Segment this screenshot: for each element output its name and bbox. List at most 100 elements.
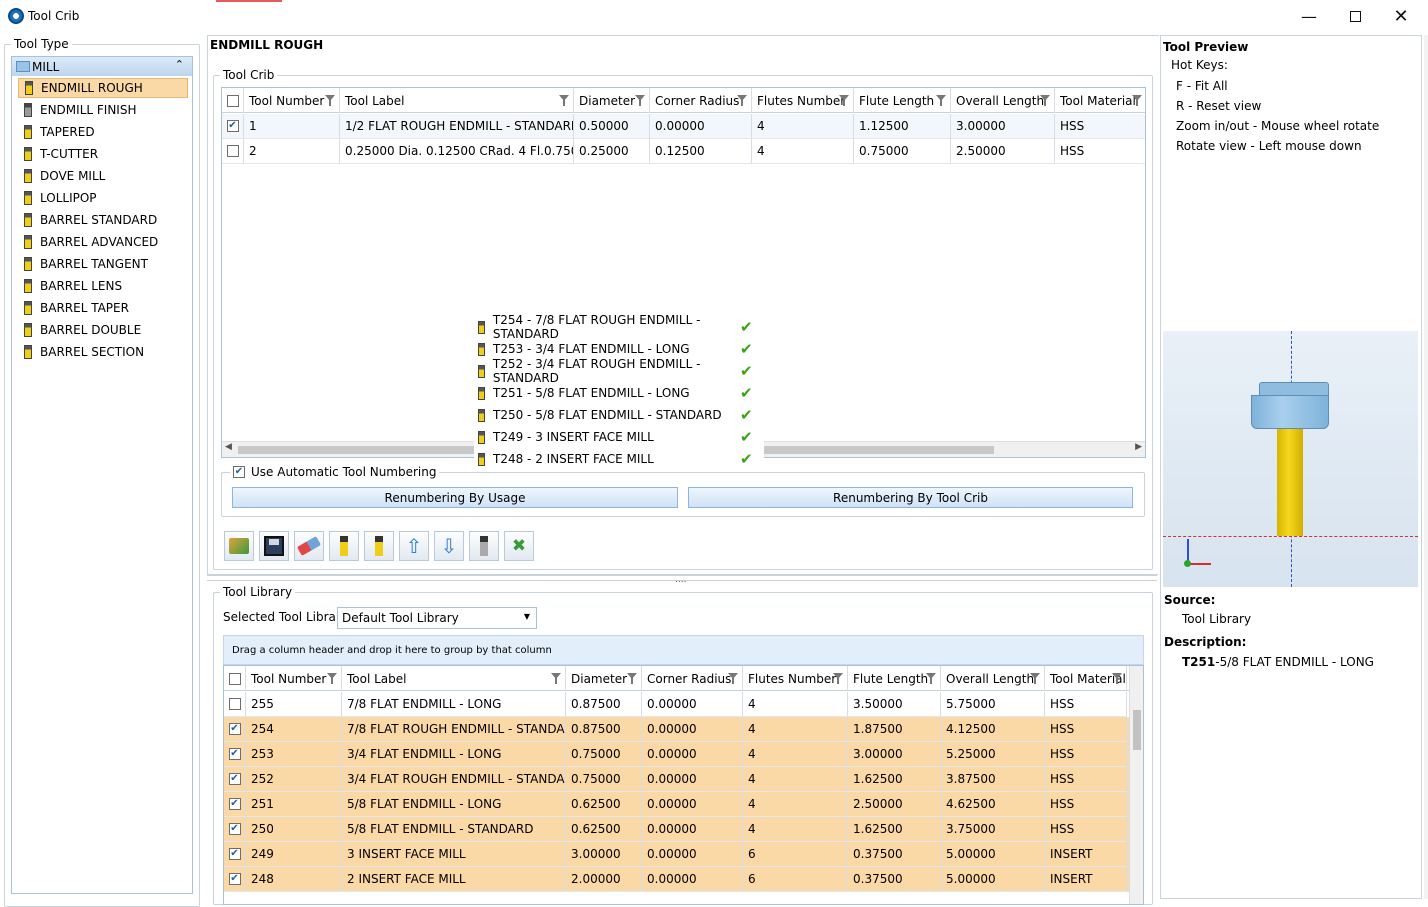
tree-item[interactable]: BARREL SECTION: [18, 342, 188, 362]
table-cell[interactable]: 0.50000: [574, 114, 650, 139]
table-row[interactable]: 20.25000 Dia. 0.12500 CRad. 4 Fl.0.75000…: [222, 139, 1145, 164]
table-cell[interactable]: 0.87500: [566, 692, 642, 717]
table-row[interactable]: ✔ 253 3/4 FLAT ENDMILL - LONG 0.75000 0.0000…: [224, 742, 1143, 767]
table-cell[interactable]: 4: [743, 767, 848, 792]
column-header[interactable]: Tool Material: [1045, 666, 1127, 691]
maximize-icon[interactable]: [1332, 0, 1378, 32]
filter-icon[interactable]: [327, 673, 337, 684]
tree-item[interactable]: TAPERED: [18, 122, 188, 142]
tree-item[interactable]: DOVE MILL: [18, 166, 188, 186]
table-cell[interactable]: 1.62500: [848, 767, 941, 792]
table-cell[interactable]: 4: [743, 717, 848, 742]
table-cell[interactable]: 0.00000: [642, 842, 743, 867]
table-cell[interactable]: 0.75000: [566, 742, 642, 767]
row-checkbox-cell[interactable]: ✔: [224, 792, 246, 817]
tree-item[interactable]: BARREL ADVANCED: [18, 232, 188, 252]
table-row[interactable]: ✔ 248 2 INSERT FACE MILL 2.00000 0.00000 6 0.3…: [224, 867, 1143, 892]
table-row[interactable]: ✔ 254 7/8 FLAT ROUGH ENDMILL - STANDARD 0.8…: [224, 717, 1143, 742]
column-header[interactable]: Tool Number: [244, 88, 340, 113]
table-cell[interactable]: 3.00000: [848, 742, 941, 767]
table-cell[interactable]: 1.12500: [854, 114, 951, 139]
column-header[interactable]: Flutes Number: [743, 666, 848, 691]
table-cell[interactable]: 0.25000: [574, 139, 650, 164]
table-cell[interactable]: 1: [244, 114, 340, 139]
table-cell[interactable]: 3/4 FLAT ROUGH ENDMILL - STANDARD: [342, 767, 566, 792]
scroll-thumb[interactable]: [1133, 710, 1141, 750]
table-cell[interactable]: HSS: [1045, 792, 1127, 817]
tree-item[interactable]: BARREL STANDARD: [18, 210, 188, 230]
column-header[interactable]: Corner Radius: [650, 88, 752, 113]
tree-item[interactable]: BARREL TANGENT: [18, 254, 188, 274]
table-cell[interactable]: 0.87500: [566, 717, 642, 742]
table-cell[interactable]: 250: [246, 817, 342, 842]
row-checkbox[interactable]: ✔: [228, 773, 241, 785]
table-cell[interactable]: 0.00000: [650, 114, 752, 139]
table-cell[interactable]: 252: [246, 767, 342, 792]
table-cell[interactable]: 0.62500: [566, 817, 642, 842]
column-header[interactable]: Tool Material: [1055, 88, 1145, 113]
table-cell[interactable]: 2.50000: [848, 792, 941, 817]
table-cell[interactable]: INSERT: [1045, 867, 1127, 892]
table-cell[interactable]: 253: [246, 742, 342, 767]
column-header[interactable]: Flute Length: [848, 666, 941, 691]
table-cell[interactable]: HSS: [1045, 692, 1127, 717]
row-checkbox-cell[interactable]: ✔: [224, 717, 246, 742]
table-cell[interactable]: 4: [743, 817, 848, 842]
row-checkbox[interactable]: ✔: [226, 120, 239, 132]
table-cell[interactable]: 0.25000 Dia. 0.12500 CRad. 4 Fl.0.75000 …: [340, 139, 574, 164]
renumber-by-tool-crib-button[interactable]: Renumbering By Tool Crib: [688, 487, 1133, 508]
table-cell[interactable]: HSS: [1045, 817, 1127, 842]
select-all-checkbox-cell[interactable]: [224, 666, 246, 691]
column-header[interactable]: Flutes Number: [752, 88, 854, 113]
table-cell[interactable]: 2.50000: [951, 139, 1055, 164]
table-cell[interactable]: 3/4 FLAT ENDMILL - LONG: [342, 742, 566, 767]
chevron-up-icon[interactable]: ⌃: [175, 58, 184, 71]
table-cell[interactable]: 255: [246, 692, 342, 717]
table-cell[interactable]: 3.50000: [848, 692, 941, 717]
row-checkbox[interactable]: ✔: [228, 723, 241, 735]
table-cell[interactable]: 0.00000: [642, 692, 743, 717]
table-cell[interactable]: 4: [743, 692, 848, 717]
row-checkbox[interactable]: ✔: [228, 848, 241, 860]
table-cell[interactable]: 0.00000: [642, 767, 743, 792]
table-cell[interactable]: HSS: [1055, 139, 1145, 164]
column-header[interactable]: Overall Length: [941, 666, 1045, 691]
table-row[interactable]: ✔ 1 1/2 FLAT ROUGH ENDMILL - STANDARD 0.500…: [222, 114, 1145, 139]
table-cell[interactable]: 0.62500: [566, 792, 642, 817]
tree-item[interactable]: ENDMILL FINISH: [18, 100, 188, 120]
filter-icon[interactable]: [1030, 673, 1040, 684]
row-checkbox[interactable]: [226, 145, 239, 157]
filter-icon[interactable]: [728, 673, 738, 684]
table-cell[interactable]: 254: [246, 717, 342, 742]
table-cell[interactable]: 4.62500: [941, 792, 1045, 817]
column-header[interactable]: Tool Number: [246, 666, 342, 691]
table-cell[interactable]: HSS: [1045, 767, 1127, 792]
filter-icon[interactable]: [627, 673, 637, 684]
tree-item[interactable]: LOLLIPOP: [18, 188, 188, 208]
table-cell[interactable]: 4: [752, 114, 854, 139]
row-checkbox[interactable]: ✔: [228, 873, 241, 885]
delete-tool-icon[interactable]: [469, 531, 499, 561]
column-header[interactable]: Diameter: [574, 88, 650, 113]
save-icon[interactable]: [259, 531, 289, 561]
table-cell[interactable]: HSS: [1045, 742, 1127, 767]
table-cell[interactable]: 0.37500: [848, 867, 941, 892]
table-cell[interactable]: 3.75000: [941, 817, 1045, 842]
table-cell[interactable]: 0.00000: [642, 742, 743, 767]
close-icon[interactable]: ✕: [1378, 0, 1424, 32]
table-cell[interactable]: 248: [246, 867, 342, 892]
table-cell[interactable]: 0.12500: [650, 139, 752, 164]
table-cell[interactable]: 249: [246, 842, 342, 867]
row-checkbox-cell[interactable]: ✔: [224, 767, 246, 792]
filter-icon[interactable]: [1112, 673, 1122, 684]
table-cell[interactable]: 3.00000: [566, 842, 642, 867]
table-cell[interactable]: INSERT: [1045, 842, 1127, 867]
table-cell[interactable]: 6: [743, 842, 848, 867]
table-cell[interactable]: 0.00000: [642, 717, 743, 742]
table-cell[interactable]: 0.00000: [642, 817, 743, 842]
tree-item[interactable]: BARREL LENS: [18, 276, 188, 296]
column-header[interactable]: Corner Radius: [642, 666, 743, 691]
row-checkbox-cell[interactable]: [224, 692, 246, 717]
select-all-checkbox[interactable]: [228, 672, 241, 685]
table-cell[interactable]: 1.62500: [848, 817, 941, 842]
